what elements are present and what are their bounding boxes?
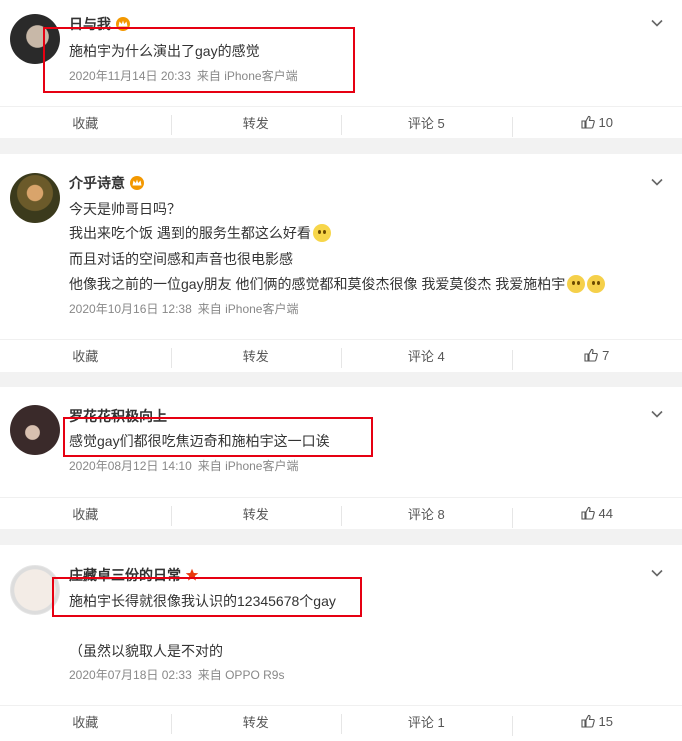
comment-button[interactable]: 评论 4 bbox=[341, 346, 512, 368]
like-button[interactable]: 15 bbox=[511, 713, 682, 736]
comment-text-line: （虽然以貌取人是不对的 bbox=[69, 643, 223, 659]
like-count: 44 bbox=[598, 505, 613, 521]
chevron-down-icon[interactable] bbox=[650, 566, 664, 580]
comment-card: 庄藏卓三份的日常 施柏宇长得就很像我认识的12345678个gay （虽然以貌取… bbox=[0, 545, 682, 741]
thumb-up-icon bbox=[584, 348, 598, 362]
comment-button[interactable]: 评论 5 bbox=[341, 113, 512, 135]
action-bar: 收藏 转发 评论 4 7 bbox=[0, 339, 682, 370]
collect-button[interactable]: 收藏 bbox=[0, 346, 171, 365]
timestamp: 2020年08月12日 14:10 bbox=[69, 459, 192, 473]
action-bar: 收藏 转发 评论 1 15 bbox=[0, 705, 682, 736]
repost-button[interactable]: 转发 bbox=[170, 346, 342, 368]
comment-meta: 2020年07月18日 02:33 来自 OPPO R9s bbox=[69, 666, 284, 683]
comment-card: 介乎诗意 今天是帅哥日吗？ 我出来吃个饭 遇到的服务生都这么好看 而且对话的空间… bbox=[0, 154, 682, 372]
like-button[interactable]: 44 bbox=[511, 505, 682, 528]
like-count: 10 bbox=[598, 114, 613, 130]
source: 来自 iPhone客户端 bbox=[197, 302, 299, 316]
confused-emoji-icon bbox=[312, 224, 331, 242]
collect-button[interactable]: 收藏 bbox=[0, 712, 171, 731]
timestamp: 2020年10月16日 12:38 bbox=[69, 302, 192, 316]
comment-card: 罗花花积极向上 感觉gay们都很吃焦迈奇和施柏宇这一口诶 2020年08月12日… bbox=[0, 387, 682, 529]
highlight-box bbox=[43, 27, 355, 93]
source: 来自 iPhone客户端 bbox=[197, 459, 299, 473]
comment-meta: 2020年08月12日 14:10 来自 iPhone客户端 bbox=[69, 457, 298, 474]
action-bar: 收藏 转发 评论 8 44 bbox=[0, 497, 682, 528]
source: 来自 OPPO R9s bbox=[197, 668, 285, 682]
like-button[interactable]: 7 bbox=[511, 347, 682, 370]
thumb-up-icon bbox=[580, 115, 595, 129]
comment-button[interactable]: 评论 1 bbox=[341, 712, 512, 734]
comment-text-line: 而且对话的空间感和声音也很电影感 bbox=[69, 251, 293, 267]
thumb-up-icon bbox=[580, 714, 595, 728]
repost-button[interactable]: 转发 bbox=[170, 113, 342, 135]
crown-icon bbox=[130, 176, 144, 190]
avatar[interactable] bbox=[10, 173, 60, 223]
comment-card: 日与我 施柏宇为什么演出了gay的感觉 2020年11月14日 20:33 来自 … bbox=[0, 0, 682, 138]
highlight-box bbox=[63, 417, 373, 457]
chevron-down-icon[interactable] bbox=[650, 16, 664, 30]
username[interactable]: 介乎诗意 bbox=[69, 173, 145, 193]
collect-button[interactable]: 收藏 bbox=[0, 504, 171, 523]
like-count: 15 bbox=[598, 713, 613, 729]
collect-button[interactable]: 收藏 bbox=[0, 113, 171, 132]
avatar[interactable] bbox=[10, 405, 60, 455]
repost-button[interactable]: 转发 bbox=[170, 712, 342, 734]
repost-button[interactable]: 转发 bbox=[170, 504, 342, 526]
like-count: 7 bbox=[602, 347, 610, 363]
chevron-down-icon[interactable] bbox=[650, 175, 664, 189]
comment-text: 今天是帅哥日吗？ bbox=[69, 201, 181, 217]
crying-emoji-icon bbox=[567, 275, 586, 293]
action-bar: 收藏 转发 评论 5 10 bbox=[0, 106, 682, 137]
like-button[interactable]: 10 bbox=[511, 114, 682, 137]
comment-meta: 2020年10月16日 12:38 来自 iPhone客户端 bbox=[69, 300, 298, 317]
highlight-box bbox=[52, 577, 362, 617]
timestamp: 2020年07月18日 02:33 bbox=[69, 668, 192, 682]
comment-text-line: 我出来吃个饭 遇到的服务生都这么好看 bbox=[69, 223, 331, 243]
thumb-up-icon bbox=[580, 506, 595, 520]
comment-button[interactable]: 评论 8 bbox=[341, 504, 512, 526]
comment-text-line: 他像我之前的一位gay朋友 他们俩的感觉都和莫俊杰很像 我爱莫俊杰 我爱施柏宇 bbox=[69, 274, 606, 294]
chevron-down-icon[interactable] bbox=[650, 407, 664, 421]
crying-emoji-icon bbox=[587, 275, 606, 293]
